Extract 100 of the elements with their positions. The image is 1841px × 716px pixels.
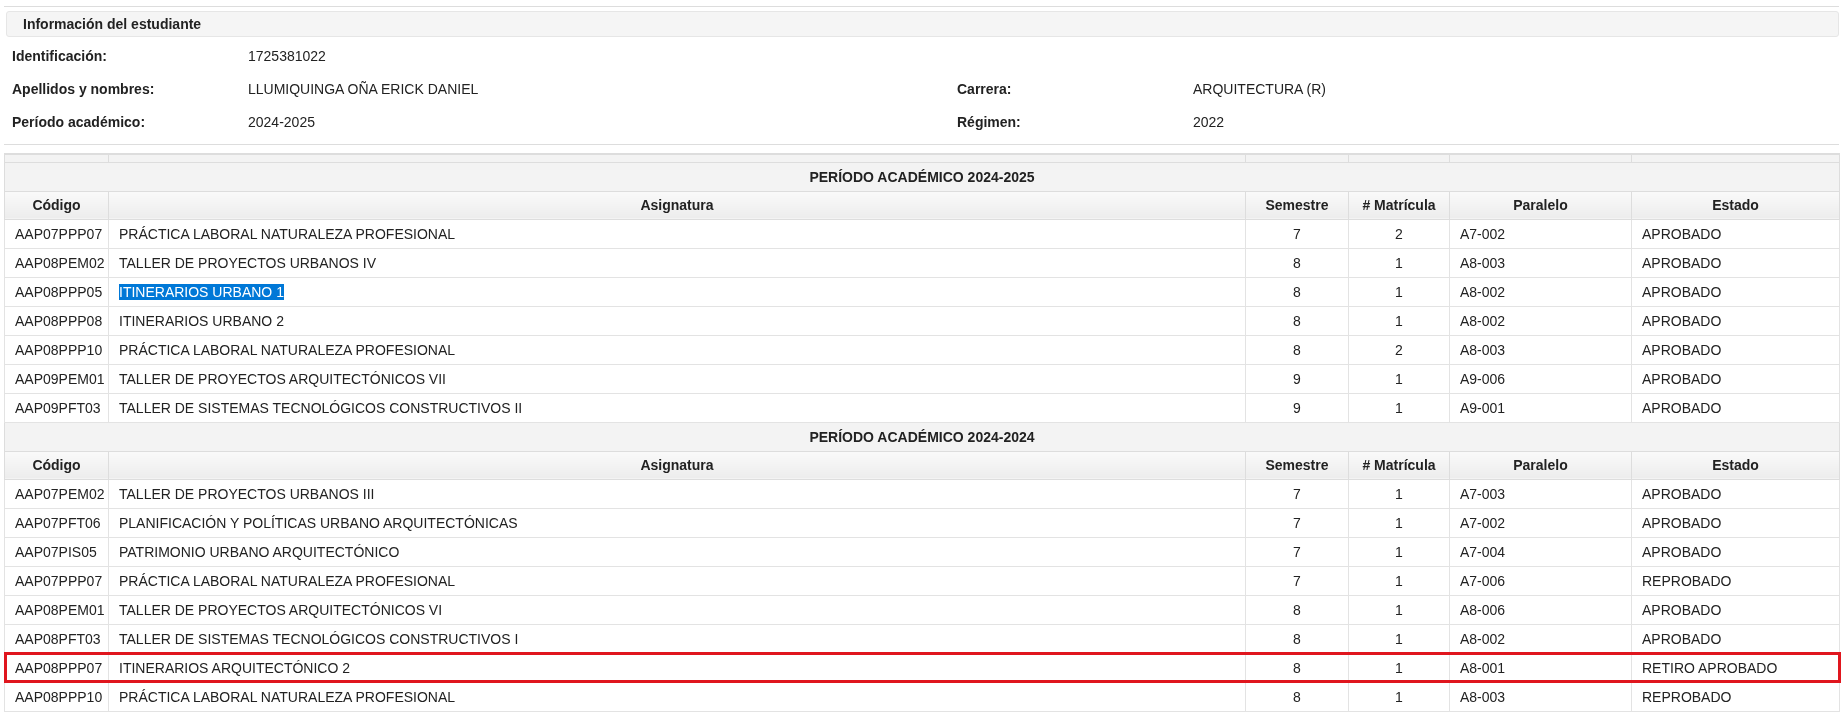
subject-cell: TALLER DE SISTEMAS TECNOLÓGICOS CONSTRUCTIVOS II — [108, 393, 1246, 422]
section-cell: A8-003 — [1449, 248, 1632, 277]
code-cell: AAP08PPP05 — [4, 277, 109, 306]
code-cell: AAP08PEM01 — [4, 595, 109, 624]
semester-cell: 8 — [1245, 682, 1349, 711]
section-cell: A7-006 — [1449, 566, 1632, 595]
section-cell: A8-002 — [1449, 306, 1632, 335]
semester-cell: 8 — [1245, 595, 1349, 624]
code-cell: AAP08PPP10 — [4, 335, 109, 364]
column-header[interactable]: Semestre — [1245, 191, 1349, 219]
enrollment-cell: 2 — [1348, 219, 1450, 248]
status-cell: REPROBADO — [1631, 566, 1840, 595]
code-cell: AAP07PPP07 — [4, 219, 109, 248]
code-cell: AAP07PIS05 — [4, 537, 109, 566]
subject-cell: PRÁCTICA LABORAL NATURALEZA PROFESIONAL — [108, 566, 1246, 595]
status-cell: APROBADO — [1631, 306, 1840, 335]
code-cell: AAP08PFT03 — [4, 624, 109, 653]
status-cell: APROBADO — [1631, 393, 1840, 422]
semester-cell: 8 — [1245, 306, 1349, 335]
period-heading: PERÍODO ACADÉMICO 2024-2024 — [4, 422, 1840, 451]
section-cell: A7-003 — [1449, 479, 1632, 508]
subject-cell: TALLER DE PROYECTOS ARQUITECTÓNICOS VII — [108, 364, 1246, 393]
code-cell: AAP08PEM02 — [4, 248, 109, 277]
enrollment-cell: 1 — [1348, 595, 1450, 624]
column-header[interactable]: Estado — [1631, 451, 1840, 479]
semester-cell: 7 — [1245, 537, 1349, 566]
section-cell: A8-003 — [1449, 335, 1632, 364]
status-cell: REPROBADO — [1631, 682, 1840, 711]
section-cell: A9-001 — [1449, 393, 1632, 422]
status-cell: APROBADO — [1631, 595, 1840, 624]
column-header[interactable]: Asignatura — [108, 451, 1246, 479]
section-cell: A8-002 — [1449, 277, 1632, 306]
subject-cell: ITINERARIOS URBANO 2 — [108, 306, 1246, 335]
status-cell: APROBADO — [1631, 364, 1840, 393]
status-cell: APROBADO — [1631, 277, 1840, 306]
subject-cell: PATRIMONIO URBANO ARQUITECTÓNICO — [108, 537, 1246, 566]
code-cell: AAP07PEM02 — [4, 479, 109, 508]
semester-cell: 7 — [1245, 479, 1349, 508]
section-title: Información del estudiante — [6, 11, 1839, 37]
enrollment-cell: 1 — [1348, 566, 1450, 595]
enrollment-cell: 2 — [1348, 335, 1450, 364]
field-value: 1725381022 — [248, 46, 327, 66]
status-cell: APROBADO — [1631, 508, 1840, 537]
status-cell: APROBADO — [1631, 537, 1840, 566]
column-header[interactable]: Semestre — [1245, 451, 1349, 479]
section-cell: A7-004 — [1449, 537, 1632, 566]
status-cell: APROBADO — [1631, 248, 1840, 277]
semester-cell: 8 — [1245, 335, 1349, 364]
section-cell: A7-002 — [1449, 219, 1632, 248]
column-header[interactable]: Estado — [1631, 191, 1840, 219]
field-label: Apellidos y nombres: — [12, 79, 156, 99]
enrollment-cell: 1 — [1348, 393, 1450, 422]
enrollment-cell: 1 — [1348, 277, 1450, 306]
column-header[interactable]: Paralelo — [1449, 191, 1632, 219]
section-cell: A7-002 — [1449, 508, 1632, 537]
code-cell: AAP07PPP07 — [4, 566, 109, 595]
column-header[interactable]: # Matrícula — [1348, 191, 1450, 219]
column-header[interactable]: # Matrícula — [1348, 451, 1450, 479]
column-header[interactable]: Asignatura — [108, 191, 1246, 219]
subject-cell: PLANIFICACIÓN Y POLÍTICAS URBANO ARQUITECTÓNICAS — [108, 508, 1246, 537]
field-label: Régimen: — [957, 112, 1022, 132]
code-cell: AAP07PFT06 — [4, 508, 109, 537]
field-label: Identificación: — [12, 46, 108, 66]
semester-cell: 8 — [1245, 277, 1349, 306]
column-header[interactable]: Código — [4, 191, 109, 219]
semester-cell: 7 — [1245, 508, 1349, 537]
subject-cell: TALLER DE PROYECTOS URBANOS III — [108, 479, 1246, 508]
subject-cell: PRÁCTICA LABORAL NATURALEZA PROFESIONAL — [108, 682, 1246, 711]
enrollment-cell: 1 — [1348, 537, 1450, 566]
semester-cell: 9 — [1245, 364, 1349, 393]
field-value: ARQUITECTURA (R) — [1193, 79, 1327, 99]
section-cell: A8-003 — [1449, 682, 1632, 711]
subject-cell: PRÁCTICA LABORAL NATURALEZA PROFESIONAL — [108, 219, 1246, 248]
enrollment-cell: 1 — [1348, 364, 1450, 393]
field-value: 2024-2025 — [248, 112, 316, 132]
semester-cell: 8 — [1245, 248, 1349, 277]
enrollment-cell: 1 — [1348, 508, 1450, 537]
subject-cell: PRÁCTICA LABORAL NATURALEZA PROFESIONAL — [108, 335, 1246, 364]
status-cell: APROBADO — [1631, 335, 1840, 364]
enrollment-cell: 1 — [1348, 479, 1450, 508]
semester-cell: 7 — [1245, 219, 1349, 248]
code-cell: AAP08PPP08 — [4, 306, 109, 335]
field-value: 2022 — [1193, 112, 1226, 132]
enrollment-cell: 1 — [1348, 306, 1450, 335]
section-cell: A9-006 — [1449, 364, 1632, 393]
column-header[interactable]: Paralelo — [1449, 451, 1632, 479]
code-cell: AAP08PPP10 — [4, 682, 109, 711]
code-cell: AAP09PFT03 — [4, 393, 109, 422]
status-cell: APROBADO — [1631, 479, 1840, 508]
field-label: Carrera: — [957, 79, 1013, 99]
status-cell: APROBADO — [1631, 219, 1840, 248]
section-cell: A8-006 — [1449, 595, 1632, 624]
subject-cell: TALLER DE PROYECTOS ARQUITECTÓNICOS VI — [108, 595, 1246, 624]
semester-cell: 7 — [1245, 566, 1349, 595]
column-header[interactable]: Código — [4, 451, 109, 479]
field-value: LLUMIQUINGA OÑA ERICK DANIEL — [248, 79, 480, 99]
field-label: Período académico: — [12, 112, 147, 132]
enrollment-cell: 1 — [1348, 248, 1450, 277]
subject-cell: ITINERARIOS URBANO 1 — [108, 277, 1246, 306]
enrollment-cell: 1 — [1348, 682, 1450, 711]
